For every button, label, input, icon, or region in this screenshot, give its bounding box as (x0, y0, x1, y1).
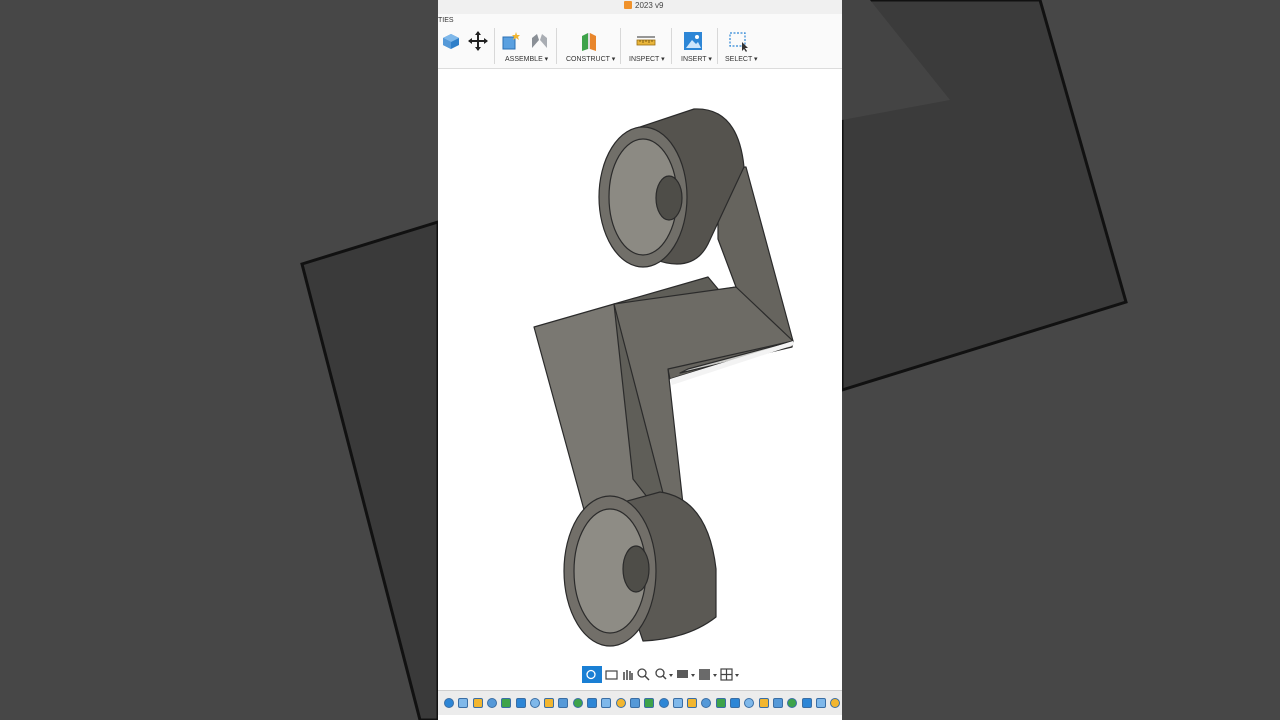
timeline-feature-icon[interactable] (444, 698, 454, 708)
timeline-feature-icon[interactable] (515, 698, 526, 708)
press-pull-icon[interactable] (440, 30, 462, 52)
timeline (438, 690, 842, 715)
document-cube-icon (624, 1, 632, 9)
timeline-feature-icon[interactable] (529, 698, 540, 708)
timeline-feature-icon[interactable] (758, 698, 769, 708)
assemble-menu[interactable]: ASSEMBLE ▾ (505, 55, 548, 63)
toolbar-ribbon: TIES ASSEMBLE ▾ CONSTRUCT ▾ INSPECT ▾ IN… (438, 14, 842, 69)
fusion-app-window: 2023 v9 TIES ASSEMBLE ▾ CONSTRUCT ▾ INSP… (438, 0, 842, 720)
timeline-feature-icon[interactable] (572, 698, 583, 708)
timeline-feature-icon[interactable] (715, 698, 726, 708)
move-icon[interactable] (467, 30, 489, 52)
timeline-feature-icon[interactable] (787, 698, 798, 708)
construct-menu[interactable]: CONSTRUCT ▾ (566, 55, 615, 63)
timeline-feature-icon[interactable] (558, 698, 569, 708)
timeline-feature-icon[interactable] (486, 698, 497, 708)
timeline-feature-icon[interactable] (815, 698, 826, 708)
timeline-feature-icon[interactable] (458, 698, 469, 708)
separator (717, 28, 718, 64)
insert-menu[interactable]: INSERT ▾ (681, 55, 712, 63)
timeline-feature-icon[interactable] (644, 698, 655, 708)
timeline-feature-icon[interactable] (544, 698, 555, 708)
timeline-feature-icon[interactable] (701, 698, 712, 708)
workspace-tab-fragment[interactable]: TIES (438, 17, 454, 24)
display-settings-icon[interactable] (676, 666, 696, 683)
timeline-feature-icon[interactable] (830, 698, 841, 708)
viewports-icon[interactable] (720, 666, 740, 683)
timeline-feature-icon[interactable] (672, 698, 683, 708)
timeline-feature-icon[interactable] (744, 698, 755, 708)
timeline-feature-icon[interactable] (658, 698, 669, 708)
joint-icon[interactable] (528, 30, 550, 52)
image-icon[interactable] (682, 30, 704, 52)
plane-icon[interactable] (578, 30, 600, 52)
document-title: 2023 v9 (624, 1, 663, 10)
timeline-feature-icon[interactable] (801, 698, 812, 708)
separator (494, 28, 495, 64)
separator (671, 28, 672, 64)
orbit-icon[interactable] (582, 666, 602, 683)
timeline-feature-icon[interactable] (472, 698, 483, 708)
fit-icon[interactable] (654, 666, 674, 683)
timeline-feature-icon[interactable] (772, 698, 783, 708)
canvas-viewport[interactable] (438, 69, 842, 665)
timeline-feature-icon[interactable] (687, 698, 698, 708)
pan-icon[interactable] (620, 666, 635, 683)
timeline-feature-icon[interactable] (501, 698, 512, 708)
select-window-icon[interactable] (728, 30, 750, 52)
separator (556, 28, 557, 64)
timeline-feature-icon[interactable] (615, 698, 626, 708)
grid-settings-icon[interactable] (698, 666, 718, 683)
timeline-feature-icon[interactable] (629, 698, 640, 708)
timeline-feature-icon[interactable] (730, 698, 740, 708)
zoom-icon[interactable] (636, 666, 651, 683)
timeline-feature-icon[interactable] (601, 698, 612, 708)
timeline-feature-icon[interactable] (587, 698, 597, 708)
separator (620, 28, 621, 64)
select-menu[interactable]: SELECT ▾ (725, 55, 758, 63)
new-component-icon[interactable] (500, 30, 522, 52)
document-title-text: 2023 v9 (635, 1, 664, 10)
measure-icon[interactable] (635, 30, 657, 52)
look-at-icon[interactable] (604, 666, 619, 683)
inspect-menu[interactable]: INSPECT ▾ (629, 55, 665, 63)
title-bar: 2023 v9 (438, 0, 842, 14)
